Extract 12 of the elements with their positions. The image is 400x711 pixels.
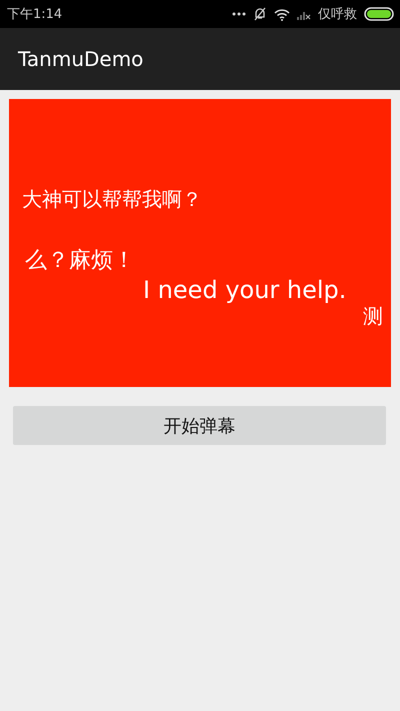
bell-off-icon bbox=[253, 7, 267, 21]
danmaku-text: 大神可以帮帮我啊？ bbox=[22, 187, 202, 211]
app-title: TanmuDemo bbox=[18, 47, 144, 71]
danmaku-text: 测 bbox=[363, 304, 383, 328]
more-dots-icon bbox=[232, 12, 246, 16]
wifi-icon bbox=[274, 8, 290, 20]
battery-icon bbox=[364, 7, 394, 21]
emergency-only-text: 仅呼救 bbox=[318, 6, 357, 23]
status-time: 下午1:14 bbox=[7, 6, 62, 23]
start-danmaku-button[interactable]: 开始弹幕 bbox=[13, 406, 386, 445]
danmaku-text: I need your help. bbox=[143, 276, 346, 305]
danmaku-text: 么？麻烦！ bbox=[25, 248, 135, 274]
